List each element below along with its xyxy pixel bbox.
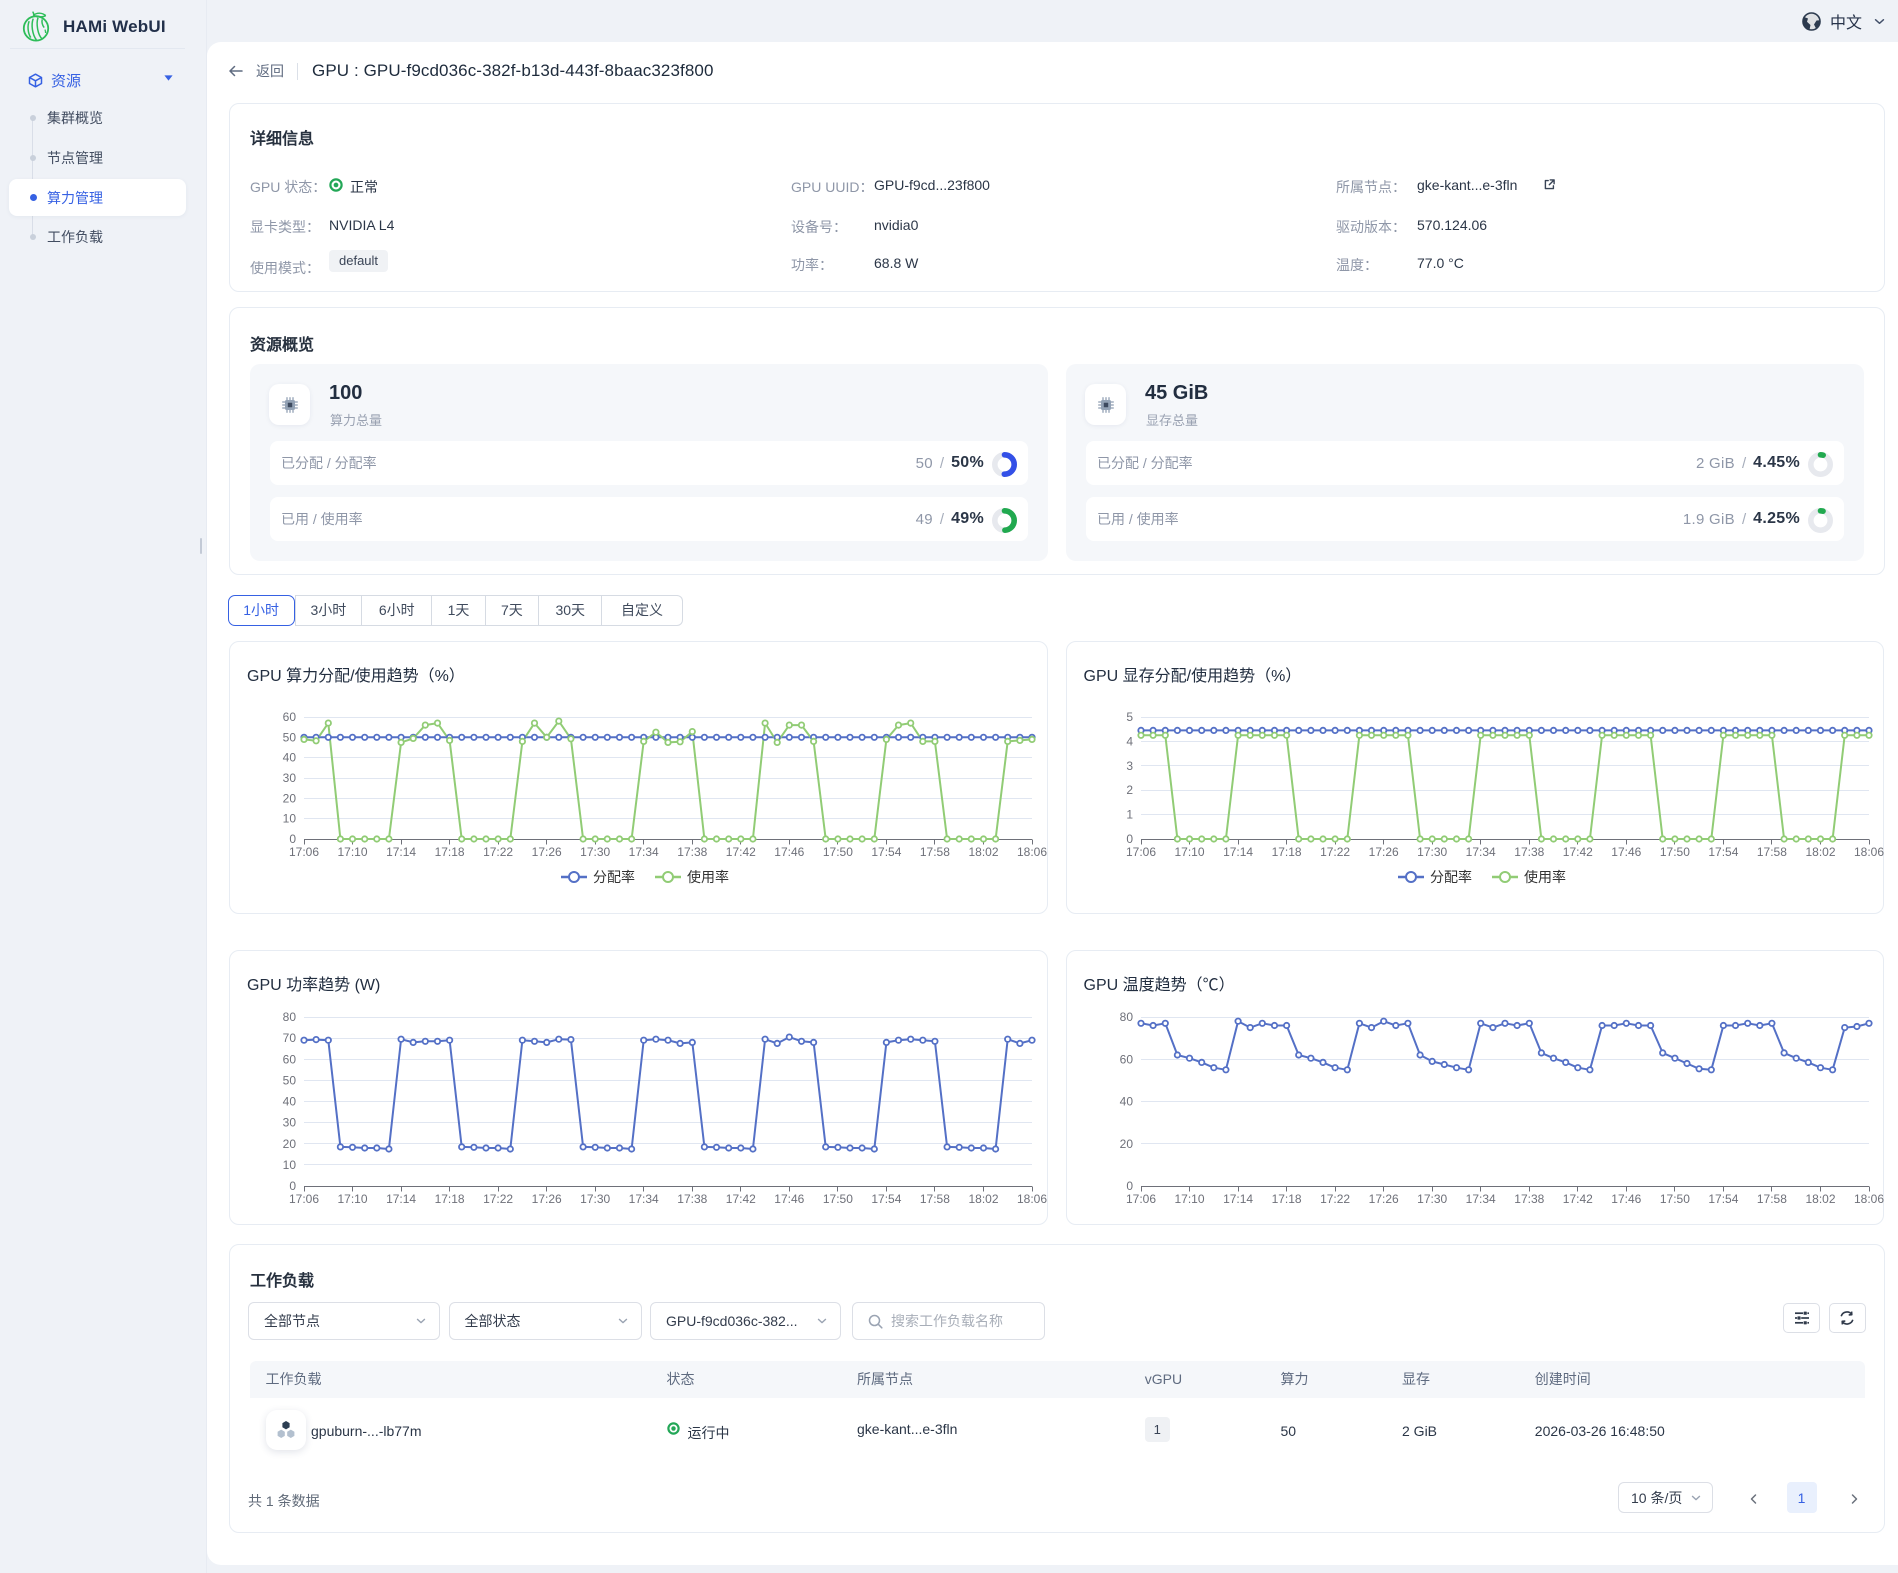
svg-text:17:54: 17:54 <box>1708 845 1738 859</box>
svg-text:18:02: 18:02 <box>1805 845 1835 859</box>
svg-text:17:06: 17:06 <box>1125 1192 1155 1206</box>
svg-text:80: 80 <box>283 1010 297 1024</box>
svg-text:17:18: 17:18 <box>1271 845 1301 859</box>
svg-text:17:46: 17:46 <box>1611 1192 1641 1206</box>
svg-text:17:34: 17:34 <box>1465 1192 1495 1206</box>
svg-text:3: 3 <box>1126 759 1133 773</box>
svg-text:17:14: 17:14 <box>1223 845 1253 859</box>
svg-text:17:26: 17:26 <box>532 845 562 859</box>
svg-text:分配率: 分配率 <box>1430 869 1472 885</box>
svg-text:60: 60 <box>1119 1052 1133 1066</box>
svg-text:17:06: 17:06 <box>1125 845 1155 859</box>
svg-text:17:30: 17:30 <box>580 1192 610 1206</box>
svg-text:17:26: 17:26 <box>532 1192 562 1206</box>
svg-text:17:34: 17:34 <box>629 845 659 859</box>
svg-text:17:42: 17:42 <box>726 1192 756 1206</box>
svg-text:0: 0 <box>289 1179 296 1193</box>
svg-text:18:06: 18:06 <box>1017 845 1047 859</box>
svg-text:17:58: 17:58 <box>1756 845 1786 859</box>
svg-text:17:54: 17:54 <box>871 845 901 859</box>
svg-text:17:38: 17:38 <box>677 845 707 859</box>
svg-text:17:58: 17:58 <box>1756 1192 1786 1206</box>
svg-text:18:02: 18:02 <box>968 845 998 859</box>
svg-text:17:06: 17:06 <box>289 1192 319 1206</box>
svg-text:10: 10 <box>283 1158 297 1172</box>
svg-text:17:54: 17:54 <box>1708 1192 1738 1206</box>
svg-text:17:22: 17:22 <box>483 845 513 859</box>
svg-text:17:26: 17:26 <box>1368 1192 1398 1206</box>
svg-text:17:30: 17:30 <box>1417 845 1447 859</box>
svg-text:17:22: 17:22 <box>1320 1192 1350 1206</box>
svg-text:17:14: 17:14 <box>386 1192 416 1206</box>
svg-text:50: 50 <box>283 730 297 744</box>
svg-text:17:10: 17:10 <box>1174 845 1204 859</box>
svg-text:30: 30 <box>283 1116 297 1130</box>
svg-text:17:14: 17:14 <box>1223 1192 1253 1206</box>
svg-text:1: 1 <box>1126 808 1133 822</box>
svg-text:17:10: 17:10 <box>1174 1192 1204 1206</box>
svg-text:80: 80 <box>1119 1010 1133 1024</box>
svg-text:17:38: 17:38 <box>1514 845 1544 859</box>
svg-text:20: 20 <box>1119 1137 1133 1151</box>
svg-text:17:22: 17:22 <box>483 1192 513 1206</box>
svg-text:18:06: 18:06 <box>1017 1192 1047 1206</box>
svg-text:60: 60 <box>283 1052 297 1066</box>
svg-text:17:50: 17:50 <box>823 845 853 859</box>
svg-text:50: 50 <box>283 1073 297 1087</box>
svg-text:10: 10 <box>283 812 297 826</box>
svg-text:18:02: 18:02 <box>1805 1192 1835 1206</box>
svg-text:4: 4 <box>1126 734 1133 748</box>
svg-text:17:14: 17:14 <box>386 845 416 859</box>
svg-text:0: 0 <box>1126 1179 1133 1193</box>
svg-text:18:02: 18:02 <box>968 1192 998 1206</box>
svg-text:17:38: 17:38 <box>677 1192 707 1206</box>
svg-text:40: 40 <box>1119 1095 1133 1109</box>
svg-text:70: 70 <box>283 1031 297 1045</box>
svg-text:20: 20 <box>283 791 297 805</box>
svg-text:18:06: 18:06 <box>1853 1192 1883 1206</box>
svg-text:17:10: 17:10 <box>337 845 367 859</box>
svg-text:17:34: 17:34 <box>1465 845 1495 859</box>
svg-text:17:58: 17:58 <box>920 1192 950 1206</box>
svg-text:17:46: 17:46 <box>774 845 804 859</box>
svg-text:17:58: 17:58 <box>920 845 950 859</box>
svg-text:17:46: 17:46 <box>1611 845 1641 859</box>
svg-text:17:46: 17:46 <box>774 1192 804 1206</box>
svg-text:使用率: 使用率 <box>1524 869 1566 885</box>
svg-text:0: 0 <box>289 832 296 846</box>
svg-text:17:30: 17:30 <box>1417 1192 1447 1206</box>
svg-text:30: 30 <box>283 771 297 785</box>
svg-text:20: 20 <box>283 1137 297 1151</box>
svg-text:0: 0 <box>1126 832 1133 846</box>
svg-text:40: 40 <box>283 751 297 765</box>
svg-text:17:50: 17:50 <box>1659 845 1689 859</box>
svg-text:17:18: 17:18 <box>435 845 465 859</box>
svg-text:分配率: 分配率 <box>593 869 635 885</box>
svg-text:17:18: 17:18 <box>435 1192 465 1206</box>
svg-text:17:22: 17:22 <box>1320 845 1350 859</box>
svg-text:17:54: 17:54 <box>871 1192 901 1206</box>
svg-text:17:42: 17:42 <box>726 845 756 859</box>
svg-text:17:38: 17:38 <box>1514 1192 1544 1206</box>
svg-text:17:06: 17:06 <box>289 845 319 859</box>
svg-text:17:50: 17:50 <box>1659 1192 1689 1206</box>
svg-text:17:42: 17:42 <box>1562 845 1592 859</box>
svg-text:17:26: 17:26 <box>1368 845 1398 859</box>
svg-text:40: 40 <box>283 1095 297 1109</box>
svg-text:5: 5 <box>1126 710 1133 724</box>
svg-text:17:10: 17:10 <box>337 1192 367 1206</box>
svg-text:17:18: 17:18 <box>1271 1192 1301 1206</box>
svg-text:17:50: 17:50 <box>823 1192 853 1206</box>
svg-text:60: 60 <box>283 710 297 724</box>
svg-text:17:30: 17:30 <box>580 845 610 859</box>
svg-text:2: 2 <box>1126 783 1133 797</box>
svg-text:17:42: 17:42 <box>1562 1192 1592 1206</box>
svg-text:使用率: 使用率 <box>687 869 729 885</box>
svg-text:17:34: 17:34 <box>629 1192 659 1206</box>
svg-text:18:06: 18:06 <box>1853 845 1883 859</box>
